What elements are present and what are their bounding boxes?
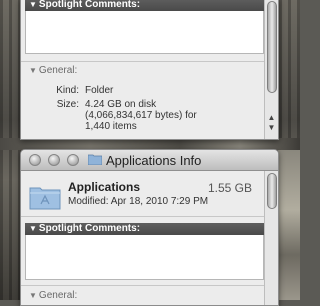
divider [21, 61, 264, 62]
kind-value: Folder [85, 85, 114, 96]
size-value-line: (4,066,834,617 bytes) for [85, 110, 197, 121]
general-section-header[interactable]: ▼ General: [29, 65, 77, 76]
kind-row: Kind: Folder [25, 85, 255, 97]
spotlight-comments-field[interactable] [25, 235, 264, 280]
scroll-thumb[interactable] [267, 1, 277, 93]
spotlight-comments-field[interactable] [25, 11, 264, 54]
title-bar[interactable]: Applications Info [21, 150, 278, 171]
kind-label: Kind: [56, 85, 79, 96]
close-button[interactable] [29, 154, 41, 166]
item-name: Applications [68, 180, 141, 194]
folder-icon [29, 187, 61, 210]
divider [21, 285, 264, 286]
triangle-down-icon: ▼ [29, 66, 37, 75]
modified-date: Modified: Apr 18, 2010 7:29 PM [68, 196, 209, 207]
desktop-rock [278, 150, 300, 300]
size-label: Size: [56, 99, 79, 110]
triangle-down-icon: ▼ [29, 224, 37, 233]
spotlight-comments-header[interactable]: ▼ Spotlight Comments: [25, 0, 264, 11]
size-value-line: 1,440 items [85, 121, 137, 132]
size-value-line: 4.24 GB on disk [85, 99, 157, 110]
scroll-thumb[interactable] [267, 173, 277, 209]
triangle-down-icon: ▼ [29, 0, 37, 9]
minimize-button[interactable] [48, 154, 60, 166]
size-row: Size: 4.24 GB on disk (4,066,834,617 byt… [25, 99, 255, 135]
zoom-button[interactable] [67, 154, 79, 166]
window-title: Applications Info [106, 153, 202, 168]
folder-icon [88, 154, 102, 165]
spotlight-comments-header[interactable]: ▼ Spotlight Comments: [25, 223, 264, 235]
folder-info-window: ▼ Spotlight Comments: ▼ General: Kind: Fol… [20, 0, 279, 140]
item-size: 1.55 GB [207, 181, 252, 195]
vertical-scrollbar[interactable] [264, 171, 278, 305]
divider [21, 216, 264, 217]
size-value: 4.24 GB on disk (4,066,834,617 bytes) fo… [85, 99, 255, 132]
applications-info-window: Applications Info Applications 1.55 GB M… [20, 149, 279, 306]
general-section-header[interactable]: ▼ General: [29, 290, 77, 301]
vertical-scrollbar[interactable]: ▲ ▼ [264, 0, 278, 139]
triangle-down-icon: ▼ [29, 291, 37, 300]
scroll-up-arrow-icon[interactable]: ▲ [267, 113, 276, 122]
scroll-down-arrow-icon[interactable]: ▼ [267, 123, 276, 132]
